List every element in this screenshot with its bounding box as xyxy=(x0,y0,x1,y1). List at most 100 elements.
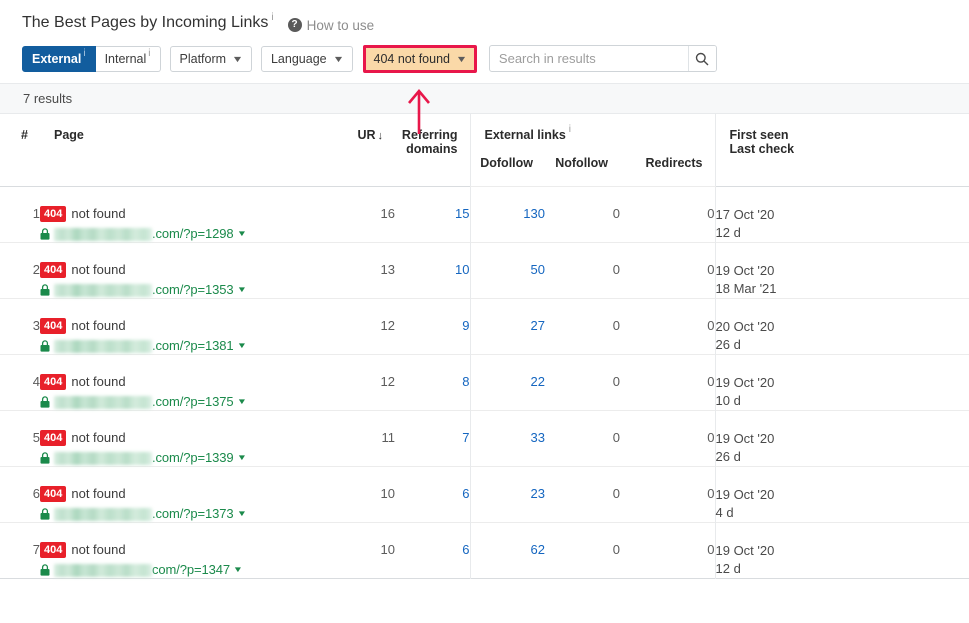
row-first-seen-value: 17 Oct '20 xyxy=(716,206,969,224)
row-dofollow-value[interactable]: 23 xyxy=(471,467,546,501)
platform-dropdown[interactable]: Platform ▼ xyxy=(170,46,252,72)
subheader-spacer-ur xyxy=(340,156,395,187)
chevron-down-icon[interactable]: ▼ xyxy=(236,509,246,518)
row-dofollow-value[interactable]: 22 xyxy=(471,355,546,389)
row-ur-value: 13 xyxy=(340,243,395,277)
column-header-referring-domains[interactable]: Referring domains xyxy=(395,114,470,156)
language-dropdown-label: Language xyxy=(271,52,327,66)
row-status-line: 404not found xyxy=(40,318,340,334)
row-ur-value: 10 xyxy=(340,523,395,557)
column-header-ur[interactable]: UR↓ xyxy=(340,114,395,156)
page-header: The Best Pages by Incoming Linksi ? How … xyxy=(0,0,969,72)
tab-external-info-superscript[interactable]: i xyxy=(83,48,85,59)
row-referring-domains-value[interactable]: 8 xyxy=(395,355,470,389)
search-button[interactable] xyxy=(688,46,716,71)
referring-domains-line-2: domains xyxy=(395,142,458,156)
row-ur-cell: 10 xyxy=(340,467,395,523)
row-last-check-value: 10 d xyxy=(716,392,969,410)
search-input[interactable] xyxy=(490,46,688,71)
row-url-line[interactable]: .com/?p=1375▼ xyxy=(40,394,340,409)
title-info-superscript[interactable]: i xyxy=(271,12,273,23)
row-nofollow-value: 0 xyxy=(545,411,620,445)
row-url-line[interactable]: com/?p=1347▼ xyxy=(40,562,340,577)
row-first-seen-value: 19 Oct '20 xyxy=(716,262,969,280)
row-referring-domains-value[interactable]: 15 xyxy=(395,187,470,221)
title-row: The Best Pages by Incoming Linksi ? How … xyxy=(22,14,969,33)
chevron-down-icon[interactable]: ▼ xyxy=(236,285,246,294)
external-links-info-superscript[interactable]: i xyxy=(569,124,571,135)
tab-external[interactable]: Externali xyxy=(22,46,96,72)
table-row[interactable]: 5404not found.com/?p=1339▼117330019 Oct … xyxy=(0,411,969,467)
row-url-line[interactable]: .com/?p=1339▼ xyxy=(40,450,340,465)
chevron-down-icon: ▼ xyxy=(455,54,467,64)
column-header-dofollow[interactable]: Dofollow xyxy=(470,156,545,187)
redacted-domain xyxy=(54,284,152,297)
row-index-value: 1 xyxy=(0,187,40,221)
row-last-check-value: 26 d xyxy=(716,448,969,466)
table-header-row-sub: Dofollow Nofollow Redirects xyxy=(0,156,969,187)
column-header-nofollow[interactable]: Nofollow xyxy=(545,156,620,187)
404-not-found-filter-dropdown[interactable]: 404 not found ▼ xyxy=(363,45,477,73)
external-links-label: External links xyxy=(485,128,566,142)
row-dofollow-value[interactable]: 33 xyxy=(471,411,546,445)
row-nofollow-value: 0 xyxy=(545,299,620,333)
row-url-line[interactable]: .com/?p=1353▼ xyxy=(40,282,340,297)
row-referring-domains-value[interactable]: 10 xyxy=(395,243,470,277)
language-dropdown[interactable]: Language ▼ xyxy=(261,46,353,72)
row-url-line[interactable]: .com/?p=1381▼ xyxy=(40,338,340,353)
row-url-line[interactable]: .com/?p=1298▼ xyxy=(40,226,340,241)
tab-internal-info-superscript[interactable]: i xyxy=(148,48,150,59)
row-dofollow-value[interactable]: 27 xyxy=(471,299,546,333)
chevron-down-icon: ▼ xyxy=(332,54,344,64)
row-first-seen-cell: 17 Oct '2012 d xyxy=(715,187,969,243)
chevron-down-icon[interactable]: ▼ xyxy=(236,341,246,350)
row-index-value: 3 xyxy=(0,299,40,333)
chevron-down-icon[interactable]: ▼ xyxy=(236,397,246,406)
chevron-down-icon[interactable]: ▼ xyxy=(236,229,246,238)
row-url-suffix: .com/?p=1373 xyxy=(152,506,234,521)
row-dofollow-cell: 130 xyxy=(470,187,545,243)
row-referring-domains-value[interactable]: 6 xyxy=(395,523,470,557)
row-url-line[interactable]: .com/?p=1373▼ xyxy=(40,506,340,521)
row-referring-domains-value[interactable]: 7 xyxy=(395,411,470,445)
row-ur-cell: 13 xyxy=(340,243,395,299)
table-row[interactable]: 3404not found.com/?p=1381▼129270020 Oct … xyxy=(0,299,969,355)
row-first-seen-value: 19 Oct '20 xyxy=(716,374,969,392)
row-referring-domains-value[interactable]: 9 xyxy=(395,299,470,333)
row-referring-domains-cell: 6 xyxy=(395,523,470,579)
row-dofollow-value[interactable]: 50 xyxy=(471,243,546,277)
row-url-suffix: .com/?p=1339 xyxy=(152,450,234,465)
chevron-down-icon[interactable]: ▼ xyxy=(233,565,243,574)
row-redirects-value: 0 xyxy=(620,467,715,501)
row-nofollow-cell: 0 xyxy=(545,243,620,299)
table-row[interactable]: 6404not found.com/?p=1373▼106230019 Oct … xyxy=(0,467,969,523)
redacted-domain xyxy=(54,564,152,577)
results-count-bar: 7 results xyxy=(0,83,969,114)
table-row[interactable]: 2404not found.com/?p=1353▼1310500019 Oct… xyxy=(0,243,969,299)
column-header-page: Page xyxy=(40,114,340,156)
row-first-seen-cell: 20 Oct '2026 d xyxy=(715,299,969,355)
row-nofollow-cell: 0 xyxy=(545,467,620,523)
row-status-line: 404not found xyxy=(40,262,340,278)
row-dofollow-cell: 50 xyxy=(470,243,545,299)
status-text: not found xyxy=(71,486,125,501)
chevron-down-icon[interactable]: ▼ xyxy=(236,453,246,462)
row-dofollow-value[interactable]: 62 xyxy=(471,523,546,557)
row-dofollow-value[interactable]: 130 xyxy=(471,187,546,221)
row-ur-value: 10 xyxy=(340,467,395,501)
how-to-use-link[interactable]: ? How to use xyxy=(288,18,375,33)
row-referring-domains-cell: 8 xyxy=(395,355,470,411)
row-referring-domains-value[interactable]: 6 xyxy=(395,467,470,501)
status-badge: 404 xyxy=(40,542,66,558)
row-first-seen-value: 19 Oct '20 xyxy=(716,486,969,504)
table-row[interactable]: 7404not foundcom/?p=1347▼106620019 Oct '… xyxy=(0,523,969,579)
row-nofollow-cell: 0 xyxy=(545,411,620,467)
table-row[interactable]: 1404not found.com/?p=1298▼16151300017 Oc… xyxy=(0,187,969,243)
table-row[interactable]: 4404not found.com/?p=1375▼128220019 Oct … xyxy=(0,355,969,411)
column-header-index: # xyxy=(0,114,40,156)
redacted-domain xyxy=(54,340,152,353)
last-check-label: Last check xyxy=(730,142,969,156)
row-url-suffix: .com/?p=1381 xyxy=(152,338,234,353)
column-header-redirects[interactable]: Redirects xyxy=(620,156,715,187)
tab-internal[interactable]: Internali xyxy=(96,46,161,72)
